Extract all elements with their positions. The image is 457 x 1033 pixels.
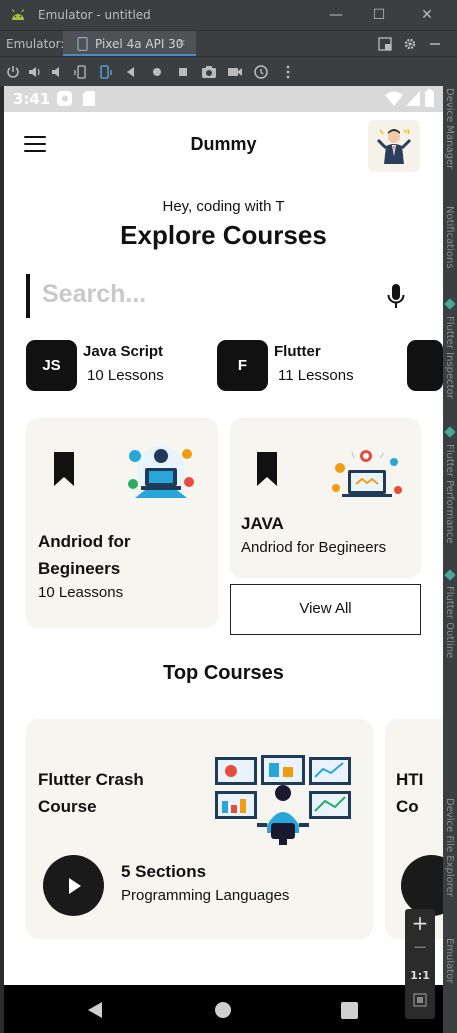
zoom-controls: + − 1:1 (405, 909, 435, 1019)
layout-icon[interactable] (378, 37, 392, 51)
top-course-sections: 5 Sections (121, 862, 207, 881)
category-badge: JS (26, 340, 77, 391)
avatar[interactable] (368, 120, 420, 172)
nav-back-icon[interactable] (86, 1001, 104, 1019)
tab-pixel-4a[interactable]: Pixel 4a API 30 × (63, 31, 196, 57)
side-tab-emulator[interactable]: Emulator (444, 938, 455, 983)
top-course-title-partial: HTI Co (396, 770, 424, 816)
top-course-category: Programming Languages (121, 887, 290, 904)
search-field[interactable]: Search... (26, 274, 421, 318)
category-card[interactable]: F Flutter 11 Lessons (217, 340, 387, 392)
camera-icon[interactable] (201, 64, 217, 80)
text-cursor (26, 274, 30, 318)
play-button[interactable] (43, 855, 104, 916)
flutter-icon (444, 298, 456, 310)
home-icon[interactable] (149, 64, 165, 80)
featured-course-title: Andriod for Begineers (38, 532, 131, 578)
gear-icon[interactable] (403, 37, 417, 51)
featured-course-card[interactable]: Andriod for Begineers 10 Leassons (26, 418, 218, 628)
side-tab-flutter-performance[interactable]: Flutter Performance (444, 444, 455, 544)
microphone-icon[interactable] (387, 284, 405, 310)
top-course-title: Flutter Crash Course (38, 770, 144, 816)
zoom-out-button[interactable]: − (405, 937, 435, 958)
device-icon (77, 37, 88, 51)
sd-card-icon (83, 91, 95, 106)
side-tab-flutter-outline[interactable]: Flutter Outline (444, 586, 455, 658)
tab-label: Pixel 4a API 30 (95, 37, 184, 51)
featured-course-lessons: 10 Leassons (38, 584, 124, 601)
tool-window-strip: Device Manager Notifications Flutter Ins… (443, 86, 457, 1033)
overview-icon[interactable] (175, 64, 191, 80)
minimize-button[interactable]: — (326, 5, 346, 25)
more-icon[interactable] (280, 64, 296, 80)
emulator-label: Emulator: (6, 37, 65, 51)
status-bar: 3:41 (4, 86, 443, 112)
partnership-illustration-icon (332, 450, 402, 497)
avatar-illustration-icon (376, 128, 412, 164)
record-icon[interactable] (227, 64, 243, 80)
featured-course-card[interactable]: JAVA Andriod for Begineers (230, 418, 421, 578)
featured-course-title: JAVA (241, 514, 284, 533)
battery-icon (425, 89, 434, 107)
category-badge: F (217, 340, 268, 391)
developer-monitors-illustration-icon (215, 755, 351, 845)
system-nav-bar (4, 985, 443, 1033)
play-button-partial[interactable] (401, 855, 443, 916)
rotate-right-icon[interactable] (97, 64, 113, 80)
side-tab-device-manager[interactable]: Device Manager (444, 88, 455, 169)
close-button[interactable]: ✕ (417, 5, 437, 25)
featured-course-subtitle: Andriod for Begineers (241, 539, 387, 556)
window-titlebar: Emulator - untitled — ☐ ✕ (0, 0, 457, 30)
side-tab-flutter-inspector[interactable]: Flutter Inspector (444, 316, 455, 399)
view-all-button[interactable]: View All (230, 584, 421, 635)
fit-screen-icon[interactable] (413, 993, 427, 1007)
snapshot-icon[interactable] (253, 64, 269, 80)
status-time: 3:41 (13, 90, 51, 108)
category-count: 10 Lessons (87, 367, 164, 384)
hide-icon[interactable] (428, 37, 442, 51)
notification-icon (57, 91, 72, 106)
side-tab-device-file-explorer[interactable]: Device File Explorer (444, 798, 455, 897)
top-course-card-partial[interactable]: HTI Co (385, 719, 443, 939)
flutter-icon (444, 426, 456, 438)
category-name: Flutter (274, 343, 321, 360)
category-count: 11 Lessons (278, 367, 354, 384)
bookmark-icon[interactable] (54, 452, 74, 486)
maximize-button[interactable]: ☐ (369, 5, 389, 25)
page-title: Explore Courses (120, 220, 327, 250)
category-card-partial[interactable] (407, 340, 443, 391)
nav-overview-icon[interactable] (341, 1002, 358, 1019)
window-title: Emulator - untitled (38, 8, 151, 22)
category-card[interactable]: JS Java Script 10 Lessons (26, 340, 196, 392)
side-tab-notifications[interactable]: Notifications (444, 206, 455, 269)
section-title-top-courses: Top Courses (163, 662, 284, 684)
emulator-controls-toolbar (0, 56, 457, 86)
nav-home-icon[interactable] (214, 1001, 232, 1019)
android-icon (11, 9, 25, 20)
category-name: Java Script (83, 343, 164, 360)
volume-up-icon[interactable] (27, 64, 43, 80)
power-icon[interactable] (5, 64, 21, 80)
flutter-icon (444, 569, 456, 581)
zoom-in-button[interactable]: + (405, 911, 435, 935)
emulator-tab-strip: Emulator: Pixel 4a API 30 × (0, 30, 457, 57)
wifi-icon (385, 91, 403, 106)
search-input[interactable]: Search... (42, 280, 146, 309)
zoom-ratio-button[interactable]: 1:1 (405, 969, 435, 982)
rotate-left-icon[interactable] (73, 64, 89, 80)
greeting-text: Hey, coding with T (162, 198, 285, 215)
tab-close-icon[interactable]: × (177, 36, 186, 49)
coding-illustration-icon (128, 446, 194, 498)
device-screen: 3:41 Dummy Hey, coding with T Explore Co… (4, 86, 443, 1033)
volume-down-icon[interactable] (49, 64, 65, 80)
back-icon[interactable] (123, 64, 139, 80)
signal-icon (406, 91, 420, 106)
bookmark-icon[interactable] (257, 452, 277, 486)
